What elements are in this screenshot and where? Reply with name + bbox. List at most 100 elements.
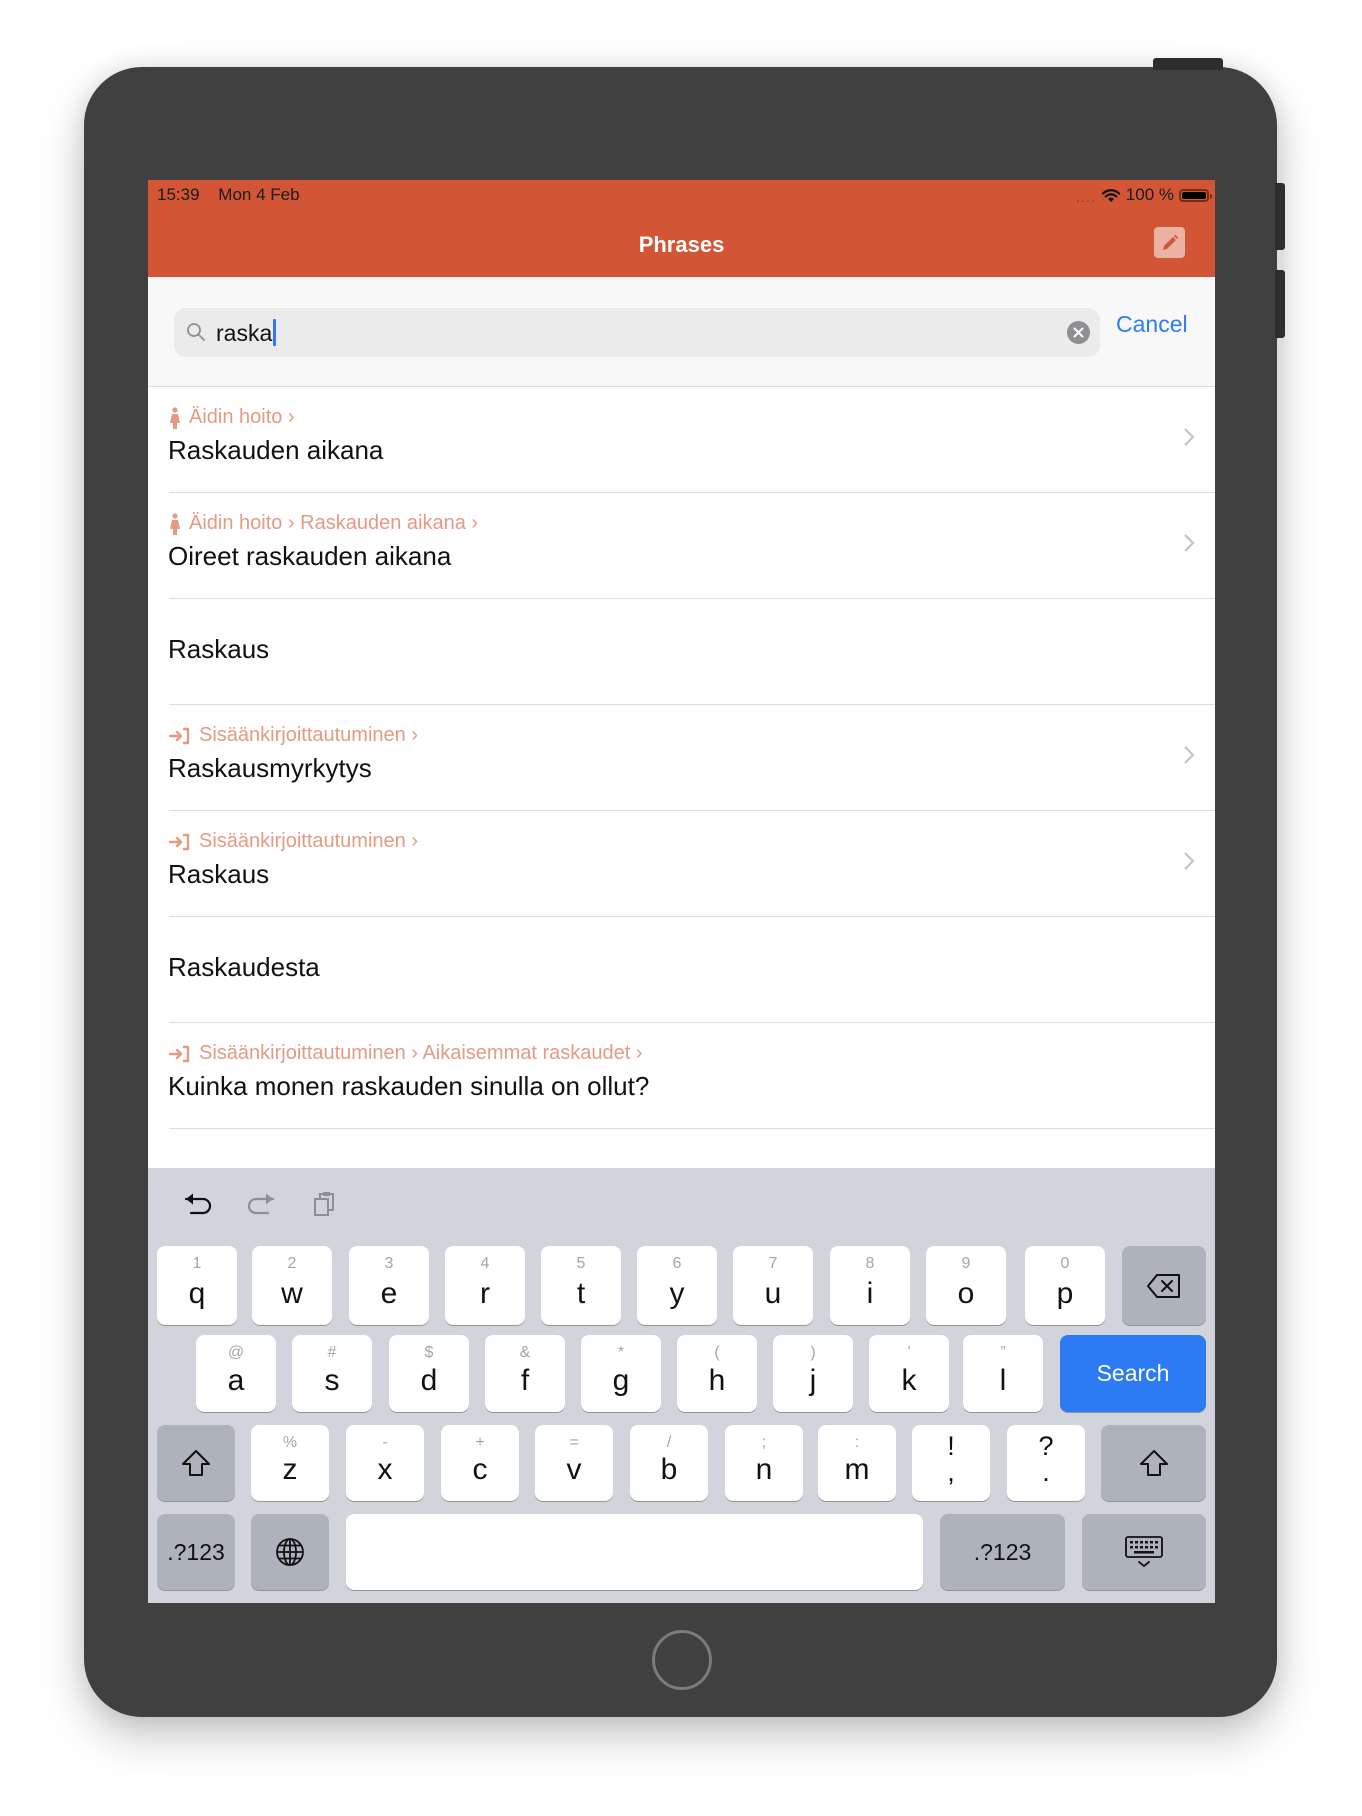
sign-in-icon [169, 1045, 190, 1062]
list-item[interactable]: Raskaus [148, 599, 1215, 705]
key-hint: ( [714, 1344, 720, 1361]
breadcrumb: Sisäänkirjoittautuminen › Aikaisemmat ra… [169, 1042, 643, 1065]
volume-up-button [1275, 183, 1285, 250]
search-icon [187, 323, 205, 341]
key-x[interactable]: -x [346, 1425, 424, 1501]
key-l[interactable]: ” l [963, 1335, 1043, 1412]
key-comma[interactable]: !, [912, 1425, 990, 1501]
key-label: d [420, 1364, 438, 1397]
key-d[interactable]: $ d [389, 1335, 469, 1412]
key-w[interactable]: 2w [252, 1246, 332, 1325]
list-item[interactable]: Sisäänkirjoittautuminen › Aikaisemmat ra… [148, 1023, 1215, 1129]
clear-search-button[interactable] [1067, 321, 1090, 344]
pencil-icon [1162, 234, 1178, 250]
key-c[interactable]: + c [441, 1425, 519, 1501]
status-time: 15:39 [157, 185, 200, 204]
key-label: h [708, 1364, 726, 1397]
search-bar: raska Cancel [148, 277, 1215, 387]
cancel-button[interactable]: Cancel [1116, 311, 1188, 338]
redo-icon[interactable] [246, 1190, 276, 1217]
results-list: Äidin hoito › Raskauden aikana Äidin hoi… [148, 387, 1215, 1129]
key-hint: ! [947, 1431, 955, 1461]
navigation-bar: Phrases [148, 216, 1215, 277]
key-label: ?. [1007, 1433, 1085, 1486]
key-s[interactable]: # s [292, 1335, 372, 1412]
key-hint: - [382, 1434, 388, 1451]
key-hint: / [666, 1434, 672, 1451]
list-item[interactable]: Sisäänkirjoittautuminen › Raskaus [148, 811, 1215, 917]
search-key[interactable]: Search [1060, 1335, 1206, 1412]
key-u[interactable]: 7u [733, 1246, 813, 1325]
key-n[interactable]: ; n [725, 1425, 803, 1501]
shift-icon [182, 1450, 210, 1476]
result-title: Raskausmyrkytys [168, 753, 372, 783]
key-hint: % [282, 1434, 298, 1451]
paste-icon[interactable] [312, 1190, 340, 1217]
chevron-right-icon [1184, 534, 1195, 552]
key-label: m [844, 1453, 870, 1486]
sign-in-icon [169, 727, 190, 744]
signal-icon: .... [1076, 188, 1096, 205]
battery-icon [1179, 188, 1212, 202]
key-r[interactable]: 4r [445, 1246, 525, 1325]
list-item[interactable]: Raskaudesta [148, 917, 1215, 1023]
key-hint: 7 [768, 1255, 778, 1272]
battery-percent: 100 % [1125, 185, 1174, 204]
key-hint: 9 [961, 1255, 971, 1272]
key-f[interactable]: & f [485, 1335, 565, 1412]
list-item[interactable]: Sisäänkirjoittautuminen › Raskausmyrkyty… [148, 705, 1215, 811]
key-b[interactable]: / b [630, 1425, 708, 1501]
result-title: Raskaus [168, 634, 270, 664]
key-k[interactable]: ’ k [869, 1335, 949, 1412]
result-title: Oireet raskauden aikana [168, 541, 452, 571]
list-item[interactable]: Äidin hoito › Raskauden aikana › Oireet … [148, 493, 1215, 599]
key-y[interactable]: 6y [637, 1246, 717, 1325]
key-label: q [188, 1277, 206, 1310]
key-label: j [809, 1364, 817, 1397]
key-g[interactable]: * g [581, 1335, 661, 1412]
shift-key-left[interactable] [157, 1425, 235, 1501]
key-label: k [901, 1364, 917, 1397]
numbers-key-right[interactable]: .?123 [940, 1514, 1065, 1590]
list-item[interactable]: Äidin hoito › Raskauden aikana [148, 387, 1215, 493]
key-t[interactable]: 5t [541, 1246, 621, 1325]
key-j[interactable]: ) j [773, 1335, 853, 1412]
search-input[interactable]: raska [174, 308, 1100, 357]
key-label: r [480, 1277, 490, 1310]
key-period[interactable]: ?. [1007, 1425, 1085, 1501]
result-title: Raskaus [168, 859, 270, 889]
delete-key[interactable] [1122, 1246, 1206, 1325]
key-label: p [1056, 1277, 1074, 1310]
breadcrumb: Sisäänkirjoittautuminen › [169, 724, 418, 747]
key-label: i [866, 1277, 874, 1310]
space-key[interactable] [346, 1514, 923, 1590]
chevron-right-icon [1184, 852, 1195, 870]
key-o[interactable]: 9o [926, 1246, 1006, 1325]
numbers-key-left[interactable]: .?123 [157, 1514, 235, 1590]
key-i[interactable]: 8i [830, 1246, 910, 1325]
dismiss-keyboard-key[interactable] [1082, 1514, 1206, 1590]
undo-icon[interactable] [183, 1190, 213, 1217]
key-a[interactable]: @ a [196, 1335, 276, 1412]
shift-key-right[interactable] [1101, 1425, 1206, 1501]
key-e[interactable]: 3e [349, 1246, 429, 1325]
key-p[interactable]: 0p [1025, 1246, 1105, 1325]
pregnant-woman-icon [170, 512, 180, 535]
key-h[interactable]: (h [677, 1335, 757, 1412]
key-hint: 2 [287, 1255, 297, 1272]
divider [169, 1128, 1215, 1129]
key-v[interactable]: = v [535, 1425, 613, 1501]
key-q[interactable]: 1q [157, 1246, 237, 1325]
home-button[interactable] [652, 1630, 712, 1690]
key-hint: $ [424, 1344, 434, 1361]
globe-key[interactable] [251, 1514, 329, 1590]
sign-in-icon [169, 833, 190, 850]
key-hint: ” [1000, 1344, 1006, 1361]
key-label: e [380, 1277, 398, 1310]
text-cursor [273, 319, 277, 346]
key-hint: 6 [672, 1255, 682, 1272]
key-z[interactable]: % z [251, 1425, 329, 1501]
result-title: Raskauden aikana [168, 435, 384, 465]
edit-button[interactable] [1154, 227, 1185, 258]
key-m[interactable]: :m [818, 1425, 896, 1501]
